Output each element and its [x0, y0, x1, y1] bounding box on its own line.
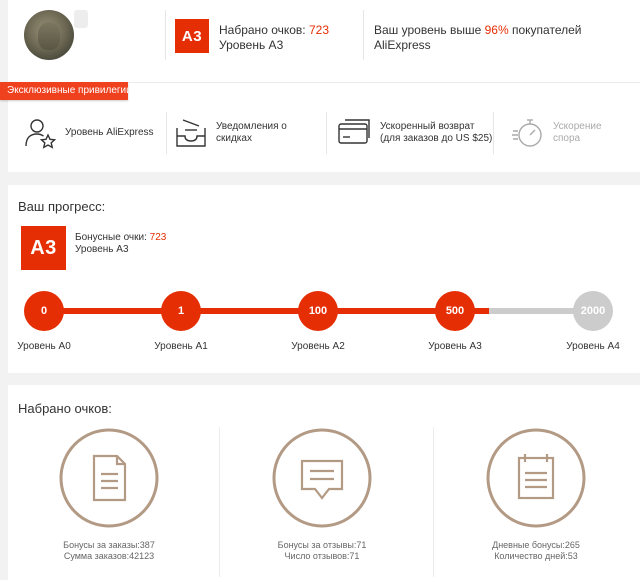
privilege-fast-refund[interactable]: Ускоренный возврат (для заказов до US $2…: [336, 108, 496, 158]
orders-points-stats: Бонусы за заказы:387 Сумма заказов:42123: [19, 540, 199, 562]
user-star-icon: [25, 119, 57, 149]
level-badge: А3: [175, 19, 209, 53]
points-value: 723: [308, 23, 329, 37]
bonus-value: 723: [149, 232, 167, 243]
privilege-label: Ускорение спора: [553, 121, 602, 144]
reviews-bonus: Бонусы за отзывы:71: [277, 540, 367, 550]
milestone-node: 1: [161, 291, 201, 331]
orders-sum: Сумма заказов:42123: [63, 551, 155, 561]
divider: [363, 10, 364, 60]
percent-summary: Ваш уровень выше 96% покупателей AliExpr…: [374, 23, 581, 53]
milestone-label: Уровень А4: [566, 341, 620, 352]
divider: [433, 427, 434, 577]
exclusive-privileges-ribbon: Эксклюзивные привилегии: [0, 82, 128, 100]
divider: [166, 112, 167, 154]
milestone-node: 100: [298, 291, 338, 331]
milestone-node: 500: [435, 291, 475, 331]
bonus-level-text: Уровень А3: [75, 244, 129, 255]
bonus-summary: Бонусные очки: 723 Уровень А3: [75, 232, 166, 256]
percent-line2: AliExpress: [374, 38, 431, 52]
orders-bonus: Бонусы за заказы:387: [63, 540, 155, 550]
calendar-icon: [517, 454, 555, 500]
privilege-aliexpress-level[interactable]: Уровень AliExpress: [23, 108, 173, 158]
divider: [493, 112, 494, 154]
divider: [219, 427, 220, 577]
points-label: Набрано очков:: [219, 23, 309, 37]
divider: [326, 112, 327, 154]
milestone-label: Уровень А3: [428, 341, 482, 352]
username-blurred: [74, 10, 88, 28]
daily-points-stats: Дневные бонусы:265 Количество дней:53: [446, 540, 626, 562]
points-title: Набрано очков:: [18, 401, 112, 416]
progress-title: Ваш прогресс:: [18, 199, 106, 214]
milestone-node: 0: [24, 291, 64, 331]
reviews-points-stats: Бонусы за отзывы:71 Число отзывов:71: [232, 540, 412, 562]
document-icon: [92, 454, 127, 502]
daily-points-circle: [486, 428, 586, 528]
card-refund-icon: [338, 119, 370, 144]
milestone-label: Уровень А2: [291, 341, 345, 352]
privilege-label: Ускоренный возврат (для заказов до US $2…: [380, 121, 493, 144]
points-summary: Набрано очков: 723 Уровень А3: [219, 23, 329, 53]
percent-value: 96%: [484, 23, 509, 37]
days-count: Количество дней:53: [494, 551, 578, 561]
level-text: Уровень А3: [219, 38, 284, 52]
progress-level-badge: А3: [21, 226, 66, 270]
stopwatch-icon: [512, 119, 542, 147]
milestone-node: 2000: [573, 291, 613, 331]
percent-prefix: Ваш уровень выше: [374, 23, 485, 37]
percent-suffix: покупателей: [508, 23, 582, 37]
points-card: Набрано очков: Бонусы за заказы:387 Сумм…: [8, 385, 640, 580]
progress-track-filled: [44, 308, 489, 314]
chat-bubble-icon: [300, 459, 344, 500]
notification-tray-icon: [176, 119, 206, 147]
daily-bonus: Дневные бонусы:265: [492, 540, 580, 550]
privilege-discount-notifications[interactable]: Уведомления о скидках: [174, 108, 324, 158]
milestone-label: Уровень А1: [154, 341, 208, 352]
orders-points-circle: [59, 428, 159, 528]
reviews-points-circle: [272, 428, 372, 528]
privilege-label: Уведомления о скидках: [216, 121, 287, 144]
avatar[interactable]: [24, 10, 74, 60]
privilege-dispute-acceleration[interactable]: Ускорение спора: [511, 108, 631, 158]
privilege-label: Уровень AliExpress: [65, 127, 154, 138]
level-summary-card: А3 Набрано очков: 723 Уровень А3 Ваш уро…: [0, 0, 640, 172]
divider: [165, 10, 166, 60]
bonus-label: Бонусные очки:: [75, 232, 150, 243]
progress-card: Ваш прогресс: А3 Бонусные очки: 723 Уров…: [8, 185, 640, 373]
milestone-label: Уровень А0: [17, 341, 71, 352]
reviews-count: Число отзывов:71: [284, 551, 360, 561]
